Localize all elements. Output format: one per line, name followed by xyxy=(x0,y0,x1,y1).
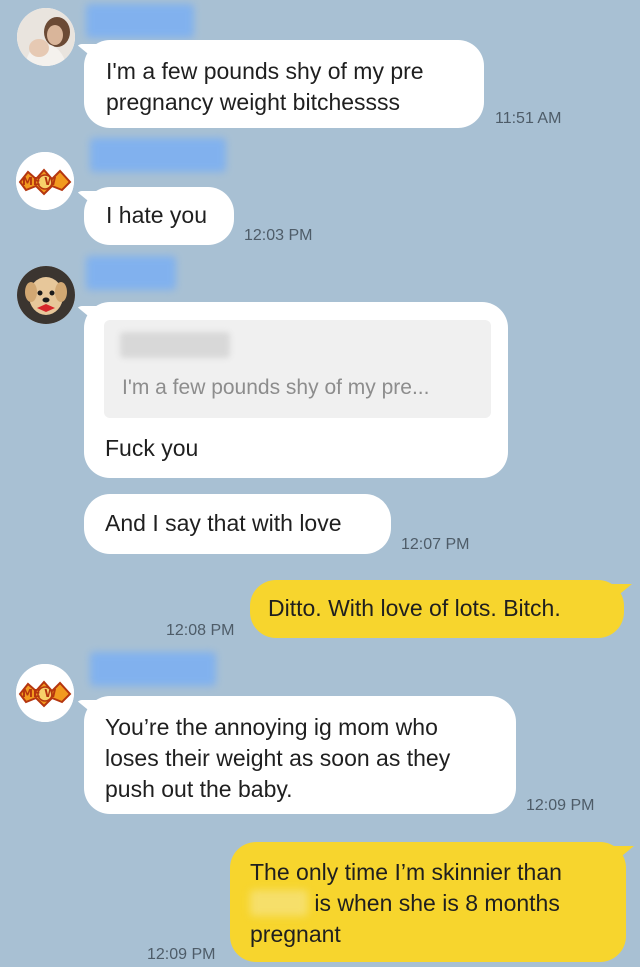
bubble-tail xyxy=(76,306,98,324)
message-text-line-1: The only time I’m skinnier than xyxy=(250,859,562,885)
bubble-tail xyxy=(76,191,98,209)
quoted-text: I'm a few pounds shy of my pre... xyxy=(122,376,430,399)
message-timestamp: 12:03 PM xyxy=(244,227,313,244)
dog-avatar-icon xyxy=(17,266,75,324)
sender-name-redacted xyxy=(86,4,194,38)
sender-name-redacted xyxy=(90,652,216,686)
bubble-tail xyxy=(76,700,98,718)
quoted-message[interactable]: I'm a few pounds shy of my pre... xyxy=(104,320,491,418)
message-timestamp: 12:08 PM xyxy=(166,622,235,639)
message-bubble[interactable]: I'm a few pounds shy of my pre pregnancy… xyxy=(76,40,484,128)
message-text-fragment: is when she is 8 months xyxy=(308,890,560,916)
sender-name-redacted xyxy=(90,138,226,172)
sent-message-bubble[interactable]: Ditto. With love of lots. Bitch. xyxy=(250,580,632,638)
reply-message-bubble[interactable]: I'm a few pounds shy of my pre... Fuck y… xyxy=(76,302,508,478)
message-text-line-3: pregnant xyxy=(250,921,341,947)
message-timestamp: 12:09 PM xyxy=(147,946,216,963)
sender-avatar-meow[interactable]: ME W xyxy=(16,664,74,722)
sender-avatar-photo[interactable] xyxy=(17,8,75,66)
message-timestamp: 12:07 PM xyxy=(401,536,470,553)
redacted-name xyxy=(250,890,308,916)
message-text: Fuck you xyxy=(105,435,199,461)
message-bubble[interactable]: I hate you xyxy=(76,187,234,245)
bubble-tail xyxy=(76,44,98,62)
message-text: Ditto. With love of lots. Bitch. xyxy=(268,595,561,621)
message-text-line-2: is when she is 8 months xyxy=(250,888,626,919)
message-bubble[interactable]: You’re the annoying ig mom who loses the… xyxy=(76,696,516,814)
meow-sticker-avatar-icon: ME W xyxy=(16,664,74,722)
sent-message-bubble[interactable]: The only time I’m skinnier than is when … xyxy=(230,842,634,962)
message-bubble[interactable]: And I say that with love xyxy=(84,494,391,554)
message-timestamp: 11:51 AM xyxy=(495,110,562,127)
message-text: And I say that with love xyxy=(105,510,342,536)
quoted-sender-redacted xyxy=(120,332,230,358)
sender-name-redacted xyxy=(86,256,176,290)
message-timestamp: 12:09 PM xyxy=(526,797,595,814)
svg-text:ME W: ME W xyxy=(22,175,56,188)
photo-person-avatar-icon xyxy=(17,8,75,66)
sender-avatar-meow[interactable]: ME W xyxy=(16,152,74,210)
sender-avatar-dog[interactable] xyxy=(17,266,75,324)
svg-text:ME W: ME W xyxy=(22,687,56,700)
message-text: I hate you xyxy=(106,202,208,228)
meow-sticker-avatar-icon: ME W xyxy=(16,152,74,210)
message-text: I'm a few pounds shy of my pre pregnancy… xyxy=(106,58,424,115)
message-text: You’re the annoying ig mom who loses the… xyxy=(105,714,451,802)
